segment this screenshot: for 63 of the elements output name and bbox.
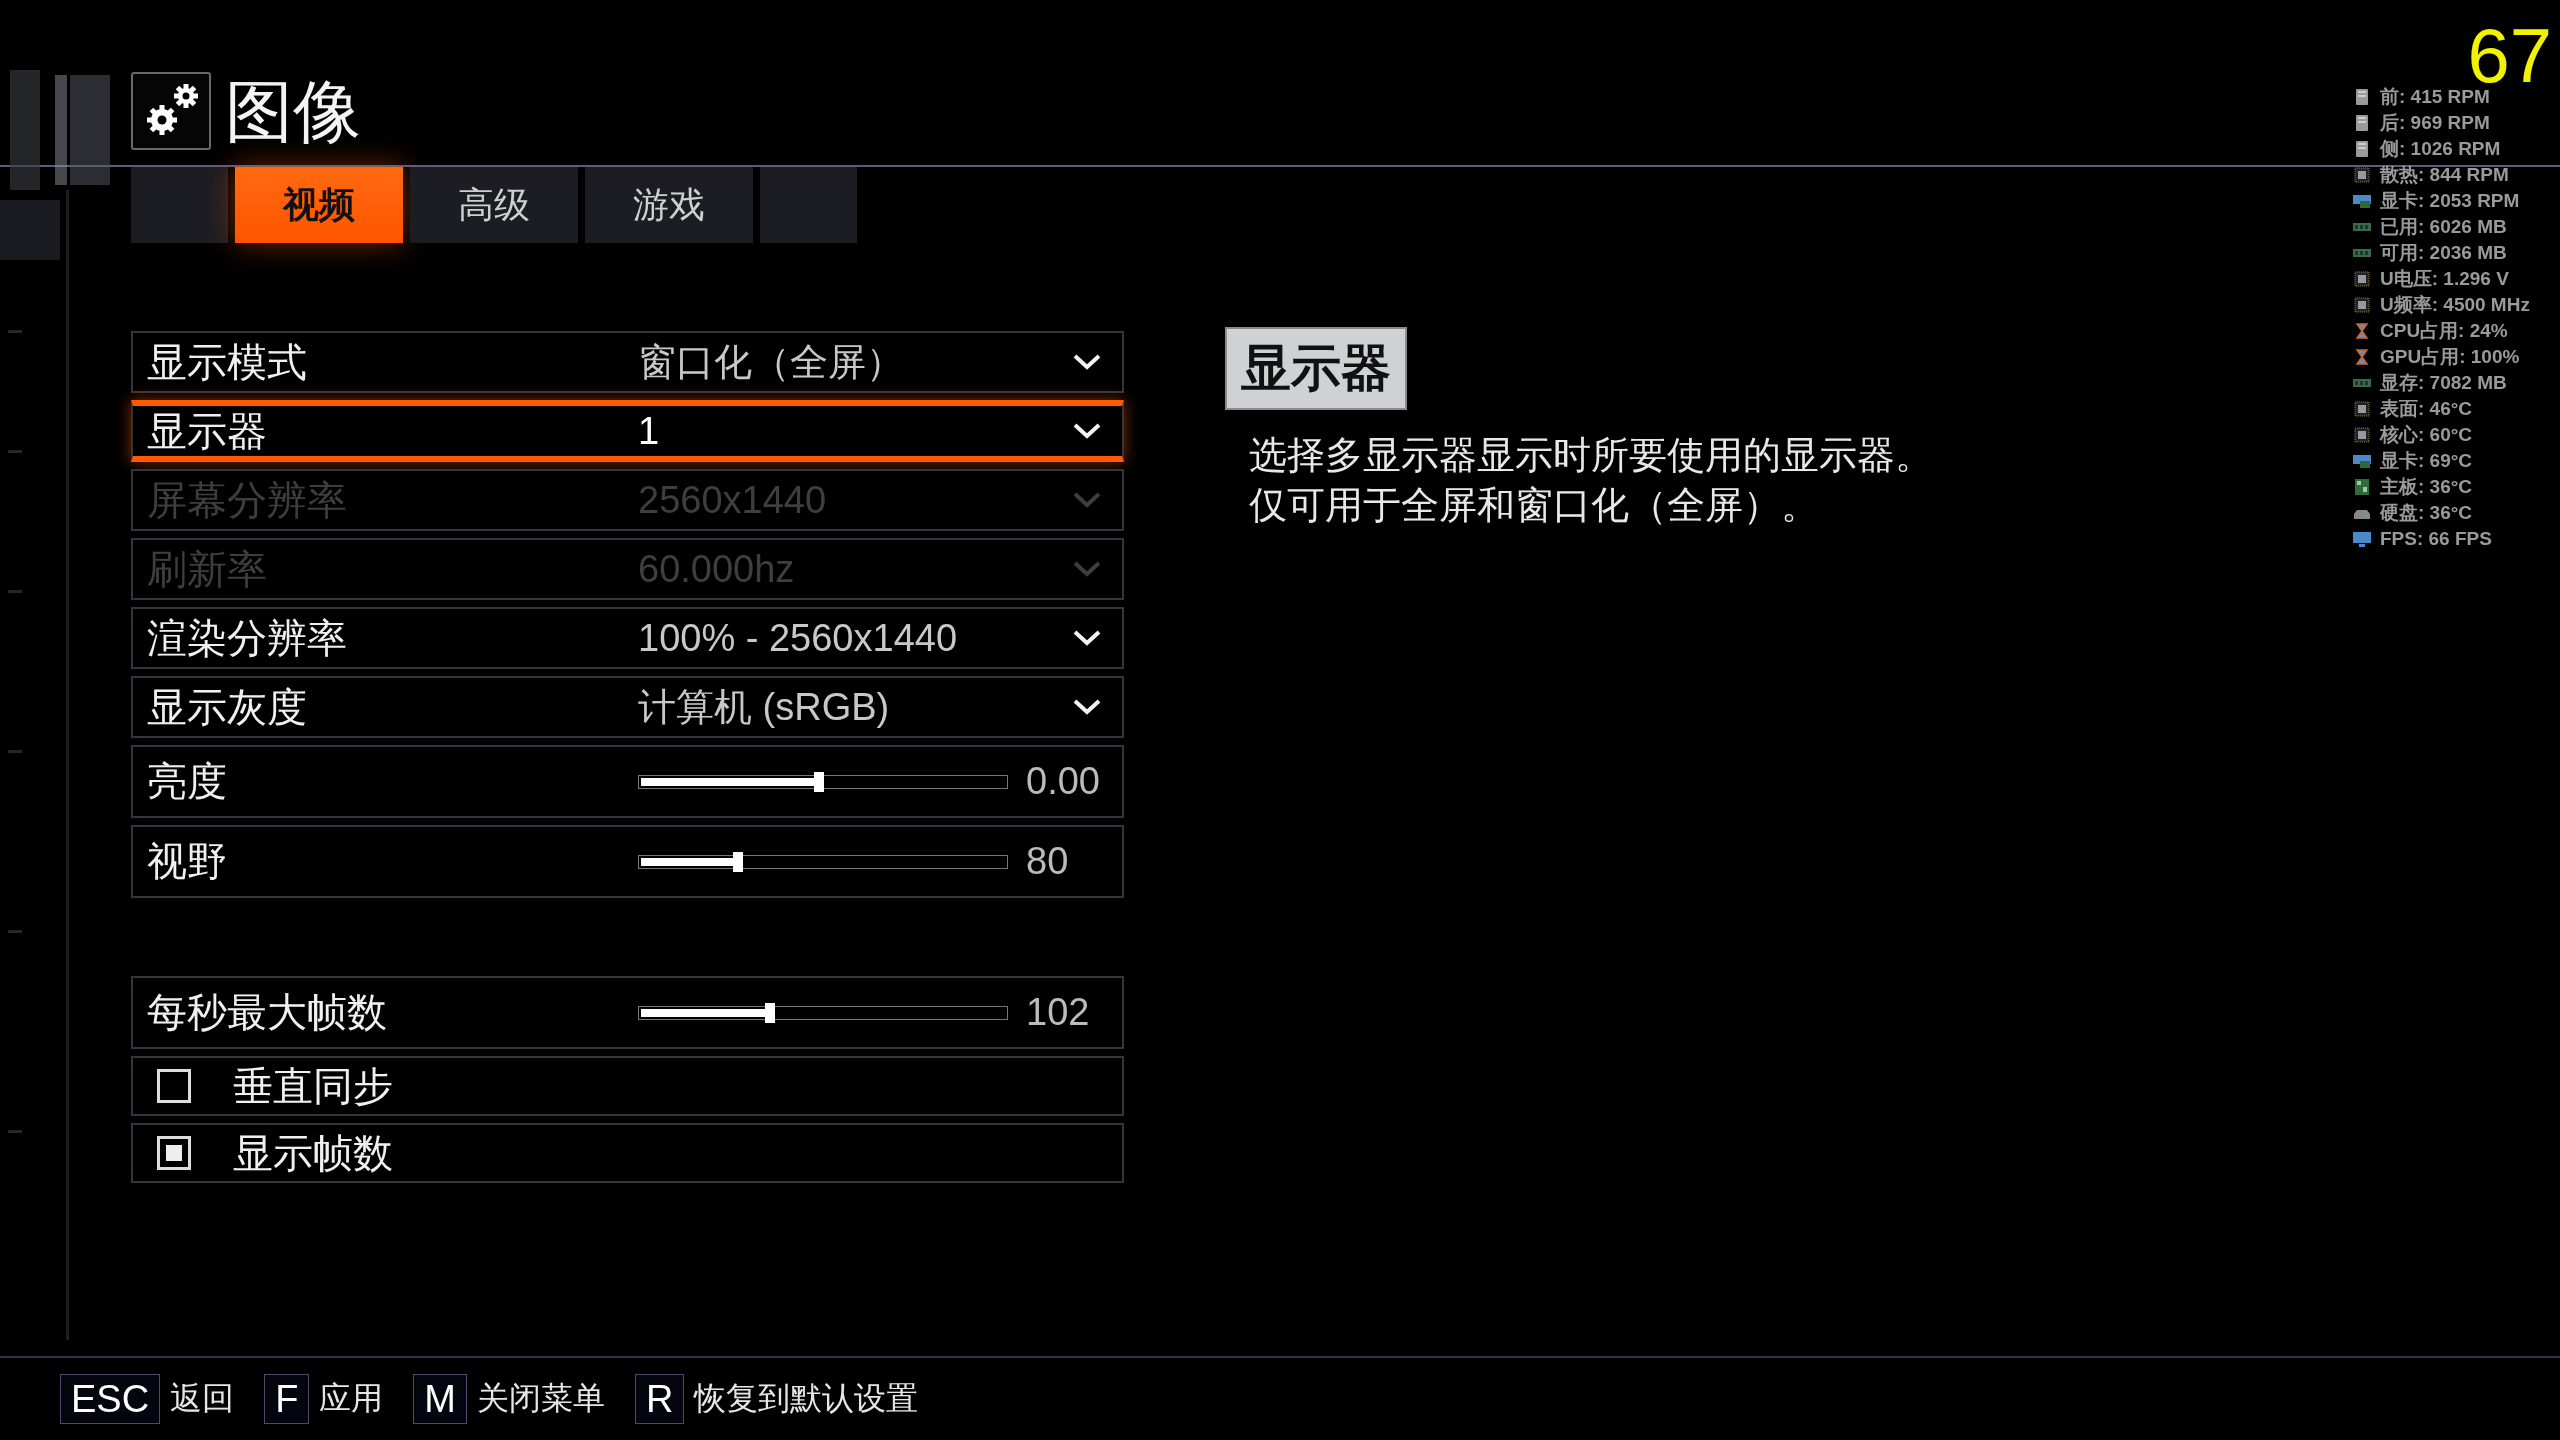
hardware-stat: 后: 969 RPM	[2380, 111, 2490, 135]
hardware-stat: 可用: 2036 MB	[2380, 241, 2507, 265]
slider-value: 80	[1026, 840, 1069, 883]
setting-label: 显示模式	[146, 338, 308, 386]
hardware-stat: CPU占用: 24%	[2380, 319, 2508, 343]
key-hint[interactable]: M	[413, 1374, 467, 1424]
setting-label: 亮度	[146, 758, 228, 805]
hardware-stat: 散热: 844 RPM	[2380, 163, 2509, 187]
dropdown-row[interactable]: 显示模式 窗口化（全屏）	[131, 331, 1124, 393]
hardware-stat: 显存: 7082 MB	[2380, 371, 2507, 395]
hardware-stat: U频率: 4500 MHz	[2380, 293, 2530, 317]
description-heading: 显示器	[1225, 327, 1407, 410]
hardware-stat: 前: 415 RPM	[2380, 85, 2490, 109]
slider-row[interactable]: 每秒最大帧数 102	[131, 976, 1124, 1049]
fps-counter: 67	[2467, 28, 2552, 84]
key-hint[interactable]: R	[635, 1374, 685, 1424]
checkbox-row[interactable]: 显示帧数	[131, 1123, 1124, 1183]
tab[interactable]: 游戏	[585, 167, 753, 243]
setting-value: 60.000hz	[638, 547, 796, 591]
dropdown-row[interactable]: 显示灰度 计算机 (sRGB)	[131, 676, 1124, 738]
setting-label: 显示帧数	[232, 1129, 394, 1177]
hardware-stat: 已用: 6026 MB	[2380, 215, 2507, 239]
dropdown-row[interactable]: 显示器 1	[131, 400, 1124, 462]
key-action-label: 恢复到默认设置	[694, 1379, 919, 1418]
tab[interactable]: 视频	[235, 167, 403, 243]
setting-value: 窗口化（全屏）	[638, 339, 905, 385]
hardware-stat: 核心: 60°C	[2380, 423, 2473, 447]
key-action-label: 关闭菜单	[477, 1379, 605, 1418]
hardware-stat: GPU占用: 100%	[2380, 345, 2520, 369]
hardware-stat: 显卡: 2053 RPM	[2380, 189, 2520, 213]
setting-label: 每秒最大帧数	[146, 989, 388, 1036]
slider-row[interactable]: 亮度 0.00	[131, 745, 1124, 818]
slider-value: 102	[1026, 991, 1090, 1034]
hardware-stat: 侧: 1026 RPM	[2380, 137, 2501, 161]
key-hint[interactable]: ESC	[60, 1374, 161, 1424]
hardware-stat: FPS: 66 FPS	[2380, 528, 2492, 550]
hardware-stat: 硬盘: 36°C	[2380, 501, 2473, 525]
setting-label: 刷新率	[146, 545, 268, 593]
dropdown-row[interactable]: 渲染分辨率 100% - 2560x1440	[131, 607, 1124, 669]
setting-label: 垂直同步	[232, 1062, 394, 1110]
page-title: 图像	[225, 72, 361, 150]
setting-value: 2560x1440	[638, 478, 828, 522]
setting-label: 显示器	[146, 407, 268, 455]
key-action-label: 返回	[170, 1379, 235, 1418]
description-text: 选择多显示器显示时所要使用的显示器。	[1249, 433, 1933, 478]
hardware-stat: 显卡: 69°C	[2380, 449, 2473, 473]
slider-row[interactable]: 视野 80	[131, 825, 1124, 898]
hardware-stat: U电压: 1.296 V	[2380, 267, 2509, 291]
checkbox-row[interactable]: 垂直同步	[131, 1056, 1124, 1116]
key-action-label: 应用	[319, 1379, 384, 1418]
setting-label: 视野	[146, 838, 228, 885]
setting-label: 显示灰度	[146, 683, 308, 731]
key-hint[interactable]: F	[264, 1374, 310, 1424]
hardware-stat: 主板: 36°C	[2380, 475, 2473, 499]
slider-value: 0.00	[1026, 760, 1100, 803]
setting-label: 屏幕分辨率	[146, 476, 348, 524]
tab[interactable]: 高级	[410, 167, 578, 243]
setting-value: 100% - 2560x1440	[638, 616, 959, 660]
setting-label: 渲染分辨率	[146, 614, 348, 662]
setting-value: 1	[638, 409, 661, 453]
description-text: 仅可用于全屏和窗口化（全屏）。	[1249, 483, 1820, 528]
setting-value: 计算机 (sRGB)	[638, 684, 891, 730]
hardware-stat: 表面: 46°C	[2380, 397, 2473, 421]
